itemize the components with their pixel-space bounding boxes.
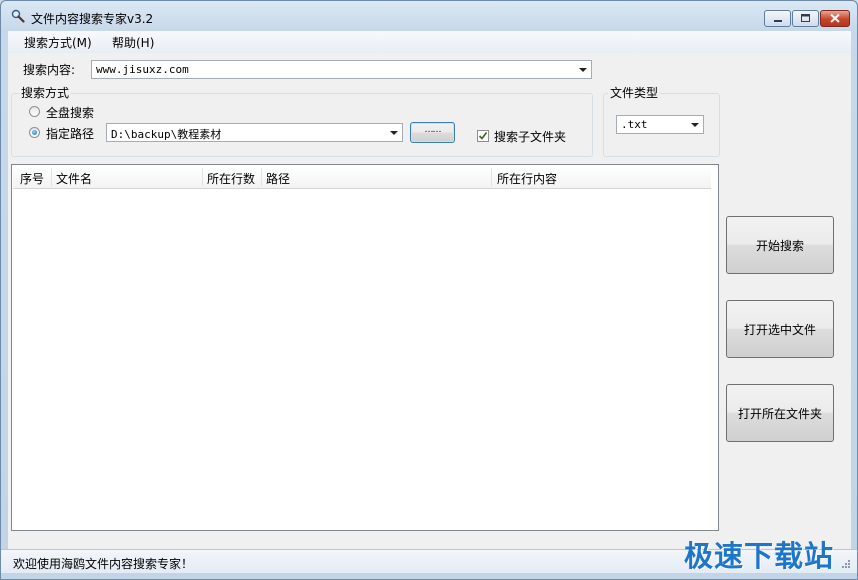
col-path[interactable]: 路径 — [266, 170, 290, 187]
start-search-button[interactable]: 开始搜索 — [726, 216, 834, 274]
path-value: D:\backup\教程素材 — [111, 128, 222, 141]
radio-whole-disk-label[interactable]: 全盘搜索 — [46, 104, 94, 121]
column-divider[interactable] — [202, 168, 203, 186]
site-watermark: 极速下载站 — [684, 539, 835, 573]
menu-bar: 搜索方式(M) 帮助(H) — [8, 31, 851, 53]
app-window: 文件内容搜索专家v3.2 搜索方式(M) 帮助(H) 搜索内容: www.jis… — [0, 0, 858, 580]
close-icon — [830, 13, 840, 23]
resize-grip-icon[interactable] — [841, 559, 851, 569]
checkmark-icon — [478, 131, 488, 140]
chevron-down-icon[interactable] — [691, 123, 699, 127]
column-divider[interactable] — [261, 168, 262, 186]
start-search-label: 开始搜索 — [755, 238, 804, 253]
col-line-number[interactable]: 所在行数 — [207, 170, 255, 187]
open-selected-file-button[interactable]: 打开选中文件 — [726, 300, 834, 358]
col-index[interactable]: 序号 — [20, 170, 44, 187]
file-type-combo[interactable]: .txt — [616, 115, 704, 134]
open-selected-file-label: 打开选中文件 — [743, 322, 816, 337]
search-content-label: 搜索内容: — [23, 63, 76, 77]
chevron-down-icon[interactable] — [390, 131, 398, 135]
col-line-content[interactable]: 所在行内容 — [497, 170, 557, 187]
column-divider[interactable] — [51, 168, 52, 186]
radio-specified-path-label[interactable]: 指定路径 — [46, 125, 94, 142]
client-area: 搜索方式(M) 帮助(H) 搜索内容: www.jisuxz.com 搜索方式 … — [8, 31, 851, 549]
title-bar[interactable]: 文件内容搜索专家v3.2 — [1, 1, 857, 31]
open-containing-folder-button[interactable]: 打开所在文件夹 — [726, 384, 834, 442]
minimize-button[interactable] — [764, 10, 791, 27]
radio-specified-path[interactable] — [29, 127, 40, 138]
close-button[interactable] — [820, 10, 850, 27]
column-divider[interactable] — [491, 168, 492, 186]
maximize-button[interactable] — [792, 10, 819, 27]
window-title: 文件内容搜索专家v3.2 — [31, 12, 154, 26]
browse-button[interactable]: …… — [410, 122, 455, 143]
search-subfolders-checkbox[interactable] — [477, 130, 489, 142]
search-content-value: www.jisuxz.com — [96, 63, 189, 76]
open-containing-folder-label: 打开所在文件夹 — [737, 406, 822, 421]
menu-search-mode[interactable]: 搜索方式(M) — [24, 34, 92, 51]
radio-whole-disk[interactable] — [29, 106, 40, 117]
menu-help[interactable]: 帮助(H) — [112, 34, 154, 51]
chevron-down-icon[interactable] — [579, 68, 587, 72]
search-mode-group-title: 搜索方式 — [19, 84, 72, 101]
magnifier-icon — [11, 9, 25, 23]
results-header: 序号 文件名 所在行数 路径 所在行内容 — [13, 166, 711, 189]
col-filename[interactable]: 文件名 — [56, 170, 92, 187]
results-list[interactable]: 序号 文件名 所在行数 路径 所在行内容 — [11, 164, 719, 531]
maximize-icon — [801, 14, 810, 22]
browse-button-label: …… — [424, 125, 442, 135]
search-subfolders-label[interactable]: 搜索子文件夹 — [494, 128, 566, 145]
path-combo[interactable]: D:\backup\教程素材 — [106, 123, 403, 142]
file-type-value: .txt — [621, 118, 648, 131]
search-content-combo[interactable]: www.jisuxz.com — [91, 60, 592, 79]
minimize-icon — [774, 20, 782, 22]
file-type-group-title: 文件类型 — [608, 84, 661, 101]
status-text: 欢迎使用海鸥文件内容搜索专家！ — [13, 557, 194, 571]
